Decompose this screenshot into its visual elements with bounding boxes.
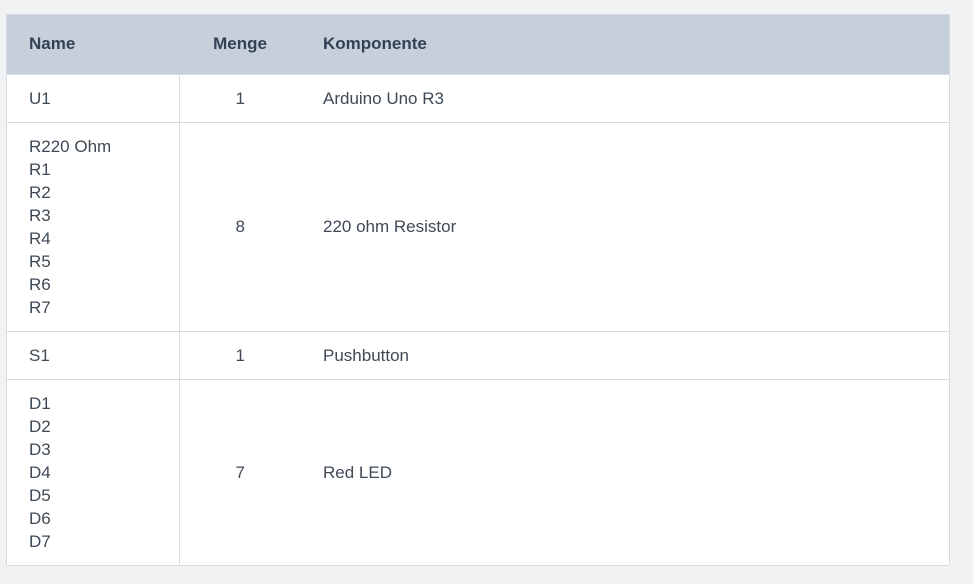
component-designator: R7 — [29, 297, 51, 317]
components-table: Name Menge Komponente U1 1 Arduino Uno R… — [7, 15, 949, 565]
component-designator: R3 — [29, 205, 51, 225]
row-names-cell: U1 — [7, 73, 180, 122]
component-designator: D7 — [29, 531, 51, 551]
row-names-cell: R220 Ohm R1 R2 R3 R4 R5 R6 R7 — [7, 121, 180, 331]
component-designator: R1 — [29, 159, 51, 179]
header-quantity: Menge — [213, 34, 267, 54]
row-quantity-cell: 7 — [179, 378, 301, 565]
row-component-cell: 220 ohm Resistor — [301, 121, 949, 331]
component-designator: D1 — [29, 393, 51, 413]
row-quantity-cell: 8 — [179, 121, 301, 331]
row-quantity-cell: 1 — [179, 330, 301, 379]
row-quantity-cell: 1 — [179, 73, 301, 122]
component-designator: D3 — [29, 439, 51, 459]
component-designator: U1 — [29, 88, 51, 108]
row-component-cell: Red LED — [301, 378, 949, 565]
component-designator: D4 — [29, 462, 51, 482]
table-header-row: Name Menge Komponente — [7, 15, 949, 74]
component-designator: R220 Ohm — [29, 136, 112, 156]
header-name: Name — [29, 34, 76, 54]
component-designator: R5 — [29, 251, 51, 271]
row-names-cell: S1 — [7, 330, 180, 379]
table-row: D1 D2 D3 D4 D5 D6 D7 7 Red LED — [7, 378, 949, 565]
component-designator: D6 — [29, 508, 51, 528]
table-row: S1 1 Pushbutton — [7, 330, 949, 379]
row-component-cell: Arduino Uno R3 — [301, 73, 949, 122]
component-designator: D5 — [29, 485, 51, 505]
table-row: U1 1 Arduino Uno R3 — [7, 73, 949, 122]
header-component: Komponente — [323, 34, 427, 54]
component-designator: R6 — [29, 274, 51, 294]
component-designator: S1 — [29, 345, 50, 365]
component-designator: R4 — [29, 228, 51, 248]
row-names-cell: D1 D2 D3 D4 D5 D6 D7 — [7, 378, 180, 565]
component-designator: D2 — [29, 416, 51, 436]
components-table-container: Name Menge Komponente U1 1 Arduino Uno R… — [6, 14, 950, 566]
component-designator: R2 — [29, 182, 51, 202]
row-component-cell: Pushbutton — [301, 330, 949, 379]
table-row: R220 Ohm R1 R2 R3 R4 R5 R6 R7 8 220 ohm … — [7, 121, 949, 331]
